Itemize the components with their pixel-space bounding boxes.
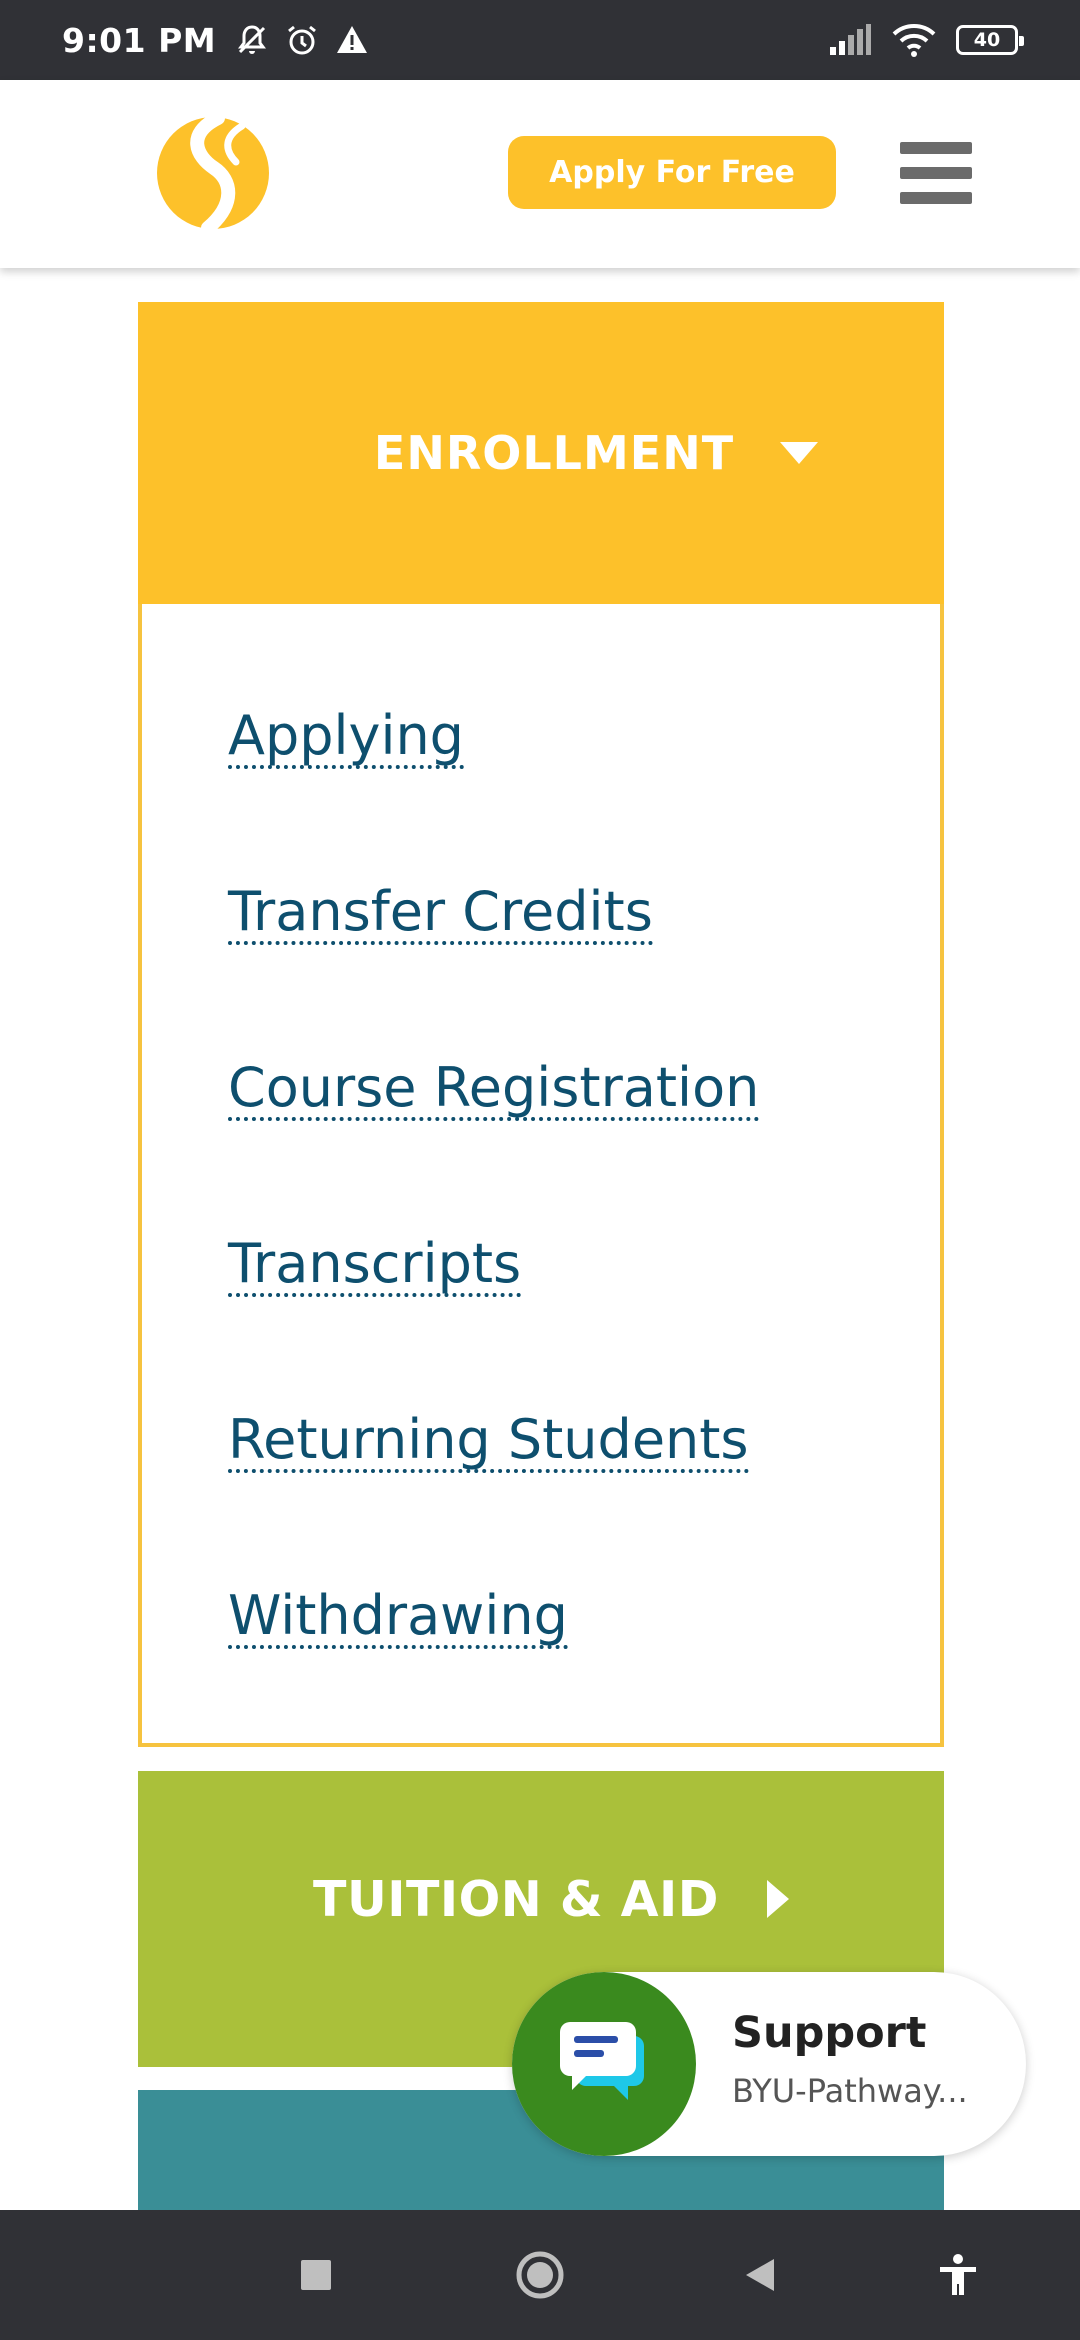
notifications-off-icon	[238, 25, 267, 54]
back-triangle-icon[interactable]	[720, 2210, 800, 2340]
apply-for-free-button[interactable]: Apply For Free	[508, 136, 836, 209]
signal-icon	[830, 24, 871, 55]
status-time: 9:01 PM	[62, 20, 217, 60]
support-title: Support	[732, 2008, 927, 2058]
enrollment-links-panel: Applying Transfer Credits Course Registr…	[138, 604, 944, 1747]
tuition-aid-title: TUITION & AID	[313, 1870, 719, 1928]
support-subtitle: BYU-Pathway...	[732, 2072, 968, 2110]
home-circle-icon[interactable]	[500, 2210, 580, 2340]
byu-pathway-logo[interactable]	[156, 116, 270, 230]
support-chat-button[interactable]	[512, 1972, 696, 2156]
status-right-icons: 40	[828, 23, 1024, 57]
recents-square-icon[interactable]	[276, 2210, 356, 2340]
caret-right-icon	[766, 1880, 789, 1918]
accessibility-icon[interactable]	[918, 2210, 998, 2340]
link-returning-students[interactable]: Returning Students	[228, 1411, 749, 1473]
link-transcripts[interactable]: Transcripts	[228, 1235, 522, 1297]
link-course-registration[interactable]: Course Registration	[228, 1059, 760, 1121]
battery-icon: 40	[956, 25, 1024, 55]
site-header: Apply For Free	[0, 80, 1080, 268]
status-left-icons	[234, 22, 370, 58]
wifi-icon	[892, 24, 936, 57]
alarm-icon	[288, 25, 317, 55]
warning-icon	[337, 26, 368, 53]
battery-level: 40	[973, 29, 1001, 51]
status-bar: 9:01 PM 40	[0, 0, 1080, 80]
support-chat-widget[interactable]: Support BYU-Pathway...	[512, 1972, 1026, 2156]
android-nav-bar	[0, 2210, 1080, 2340]
caret-down-icon	[780, 442, 819, 464]
link-transfer-credits[interactable]: Transfer Credits	[228, 883, 653, 945]
link-withdrawing[interactable]: Withdrawing	[228, 1587, 568, 1649]
link-applying[interactable]: Applying	[228, 707, 464, 769]
enrollment-title: ENROLLMENT	[373, 426, 735, 480]
hamburger-menu-icon[interactable]	[900, 142, 974, 204]
enrollment-accordion-header[interactable]: ENROLLMENT	[138, 302, 944, 604]
chat-bubbles-icon	[560, 2022, 644, 2100]
